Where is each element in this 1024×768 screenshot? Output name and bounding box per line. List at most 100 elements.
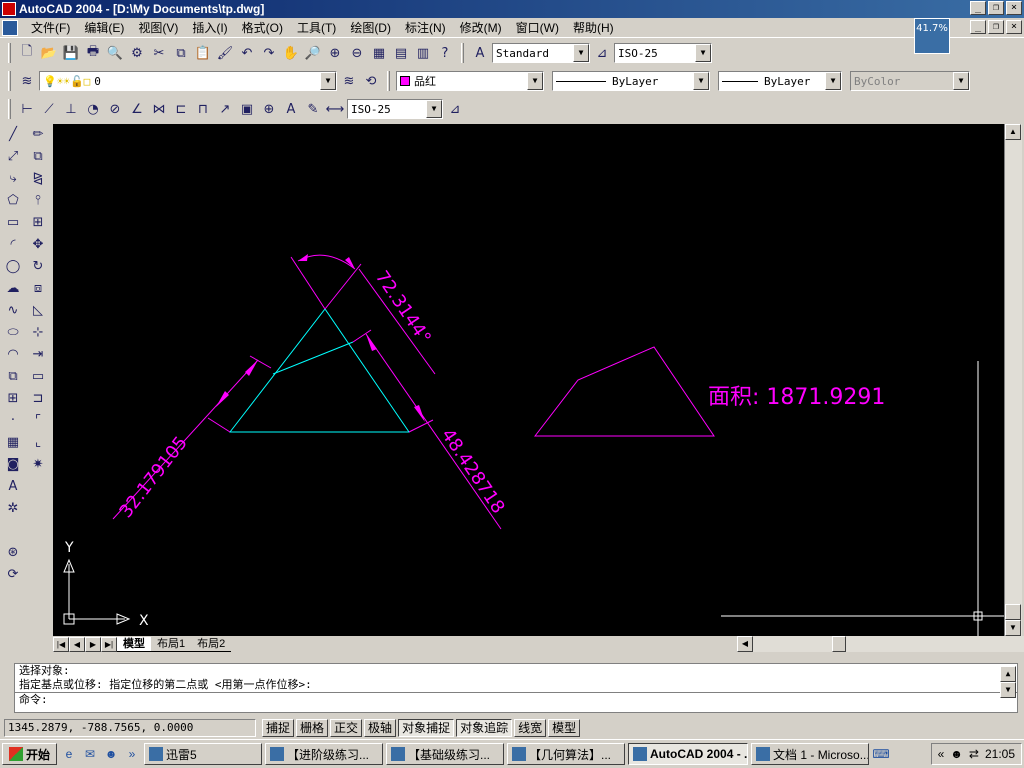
snap-toggle[interactable]: 捕捉: [262, 719, 295, 737]
toolbar-grip[interactable]: [8, 43, 11, 63]
doc-restore-button[interactable]: ❐: [988, 20, 1004, 34]
baseline-dim-icon[interactable]: ⊏: [171, 99, 191, 119]
color-select[interactable]: 品红 ▼: [396, 71, 544, 91]
explode-icon[interactable]: ✷: [28, 454, 48, 474]
publish-icon[interactable]: ⚙: [127, 43, 147, 63]
menu-draw[interactable]: 绘图(D): [343, 19, 398, 36]
menu-file[interactable]: 文件(F): [24, 19, 77, 36]
redo-icon[interactable]: ↷: [259, 43, 279, 63]
dim-style-select-2[interactable]: ISO-25 ▼: [347, 99, 443, 119]
grid-toggle[interactable]: 栅格: [296, 719, 329, 737]
erase-icon[interactable]: ✏: [28, 124, 48, 144]
tool-palettes-icon[interactable]: ▥: [413, 43, 433, 63]
tray-expand-icon[interactable]: «: [938, 747, 945, 761]
taskbar-item-active[interactable]: AutoCAD 2004 - ...: [628, 743, 749, 765]
help-icon[interactable]: ?: [435, 43, 455, 63]
dim-angle-text[interactable]: 72.3144°: [371, 267, 435, 348]
otrack-toggle[interactable]: 对象追踪: [456, 719, 513, 737]
hscroll-thumb[interactable]: [832, 636, 846, 652]
fillet-icon[interactable]: ⌞: [28, 432, 48, 452]
offset-icon[interactable]: ⫯: [28, 190, 48, 210]
chevron-down-icon[interactable]: ▼: [573, 44, 589, 62]
move-icon[interactable]: ✥: [28, 234, 48, 254]
cmd-scroll-up-icon[interactable]: ▲: [1000, 666, 1016, 682]
taskbar-item[interactable]: 迅雷5: [144, 743, 263, 765]
rotate-icon[interactable]: ↻: [28, 256, 48, 276]
vertical-scrollbar[interactable]: ▲ ▼: [1004, 124, 1022, 636]
orbit-icon[interactable]: ✲: [3, 498, 23, 518]
lineweight-select[interactable]: ByLayer ▼: [718, 71, 842, 91]
menu-window[interactable]: 窗口(W): [509, 19, 566, 36]
chevron-down-icon[interactable]: ▼: [693, 72, 709, 90]
leader-icon[interactable]: ↗: [215, 99, 235, 119]
dim-style-select[interactable]: ISO-25 ▼: [614, 43, 712, 63]
menu-edit[interactable]: 编辑(E): [77, 19, 131, 36]
angular-dim-icon[interactable]: ∠: [127, 99, 147, 119]
save-icon[interactable]: 💾: [61, 43, 81, 63]
quadrilateral-shape[interactable]: [533, 346, 715, 437]
ortho-toggle[interactable]: 正交: [330, 719, 363, 737]
multiline-text-icon[interactable]: A: [3, 476, 23, 496]
layer-previous-icon[interactable]: ⟲: [361, 71, 381, 91]
zoom-previous-icon[interactable]: ⊖: [347, 43, 367, 63]
quicklaunch-more-icon[interactable]: »: [123, 745, 141, 763]
scale-icon[interactable]: ⧈: [28, 278, 48, 298]
lineweight-toggle[interactable]: 线宽: [514, 719, 547, 737]
make-layer-current-icon[interactable]: ≋: [339, 71, 359, 91]
dim-edit-icon[interactable]: A: [281, 99, 301, 119]
close-button[interactable]: ×: [1006, 1, 1022, 15]
tab-layout2[interactable]: 布局2: [191, 637, 232, 652]
open-file-icon[interactable]: 📂: [39, 43, 59, 63]
ellipse-arc-icon[interactable]: ◠: [3, 344, 23, 364]
chevron-down-icon[interactable]: ▼: [426, 100, 442, 118]
taskbar-item[interactable]: 文档 1 - Microso...: [751, 743, 870, 765]
taskbar-item[interactable]: 【基础级练习...: [386, 743, 505, 765]
menu-dimension[interactable]: 标注(N): [398, 19, 453, 36]
layer-manager-icon[interactable]: ≋: [17, 71, 37, 91]
doc-minimize-button[interactable]: _: [970, 20, 986, 34]
tolerance-icon[interactable]: ▣: [237, 99, 257, 119]
diameter-dim-icon[interactable]: ⊘: [105, 99, 125, 119]
text-style-icon[interactable]: A: [470, 43, 490, 63]
document-icon[interactable]: [2, 19, 18, 36]
chevron-down-icon[interactable]: ▼: [527, 72, 543, 90]
toolbar-grip[interactable]: [8, 71, 11, 91]
drawing-svg[interactable]: 72.3144° 32.179105 48.428718 面积: 1871.92…: [53, 124, 1004, 636]
insert-block-icon[interactable]: ⧉: [3, 366, 23, 386]
break-point-icon[interactable]: ▭: [28, 366, 48, 386]
scroll-down-icon[interactable]: ▼: [1005, 620, 1021, 636]
revision-cloud-icon[interactable]: ☁: [3, 278, 23, 298]
cut-icon[interactable]: ✂: [149, 43, 169, 63]
prev-tab-icon[interactable]: ◀: [69, 636, 85, 652]
dim-style-manager-icon[interactable]: ⊿: [445, 99, 465, 119]
restore-button[interactable]: ❐: [988, 1, 1004, 15]
center-mark-icon[interactable]: ⊕: [259, 99, 279, 119]
toolbar-grip[interactable]: [8, 99, 11, 119]
osnap-toggle[interactable]: 对象捕捉: [398, 719, 455, 737]
print-preview-icon[interactable]: 🔍: [105, 43, 125, 63]
ellipse-icon[interactable]: ⬭: [3, 322, 23, 342]
new-file-icon[interactable]: 🗋: [17, 43, 37, 63]
break-icon[interactable]: ⊐: [28, 388, 48, 408]
extend-icon[interactable]: ⇥: [28, 344, 48, 364]
circle-icon[interactable]: ◯: [3, 256, 23, 276]
ie-icon[interactable]: e: [60, 745, 78, 763]
make-block-icon[interactable]: ⊞: [3, 388, 23, 408]
scroll-up-icon[interactable]: ▲: [1005, 124, 1021, 140]
drawing-canvas[interactable]: 72.3144° 32.179105 48.428718 面积: 1871.92…: [53, 124, 1004, 636]
tab-layout1[interactable]: 布局1: [151, 637, 192, 652]
qq-icon[interactable]: ☻: [102, 745, 120, 763]
qq-tray-icon[interactable]: ☻: [950, 747, 963, 761]
coordinates-readout[interactable]: 1345.2879, -788.7565, 0.0000: [4, 719, 256, 737]
last-tab-icon[interactable]: ▶|: [101, 636, 117, 652]
network-tray-icon[interactable]: ⇄: [969, 747, 979, 761]
zoom-realtime-icon[interactable]: 🔎: [303, 43, 323, 63]
model-toggle[interactable]: 模型: [548, 719, 581, 737]
menu-help[interactable]: 帮助(H): [566, 19, 621, 36]
linetype-select[interactable]: ByLayer ▼: [552, 71, 710, 91]
aligned-dim-icon[interactable]: ⟋: [39, 99, 59, 119]
compass-icon[interactable]: ⊛: [3, 542, 23, 562]
quick-dim-icon[interactable]: ⋈: [149, 99, 169, 119]
continue-dim-icon[interactable]: ⊓: [193, 99, 213, 119]
paste-icon[interactable]: 📋: [193, 43, 213, 63]
